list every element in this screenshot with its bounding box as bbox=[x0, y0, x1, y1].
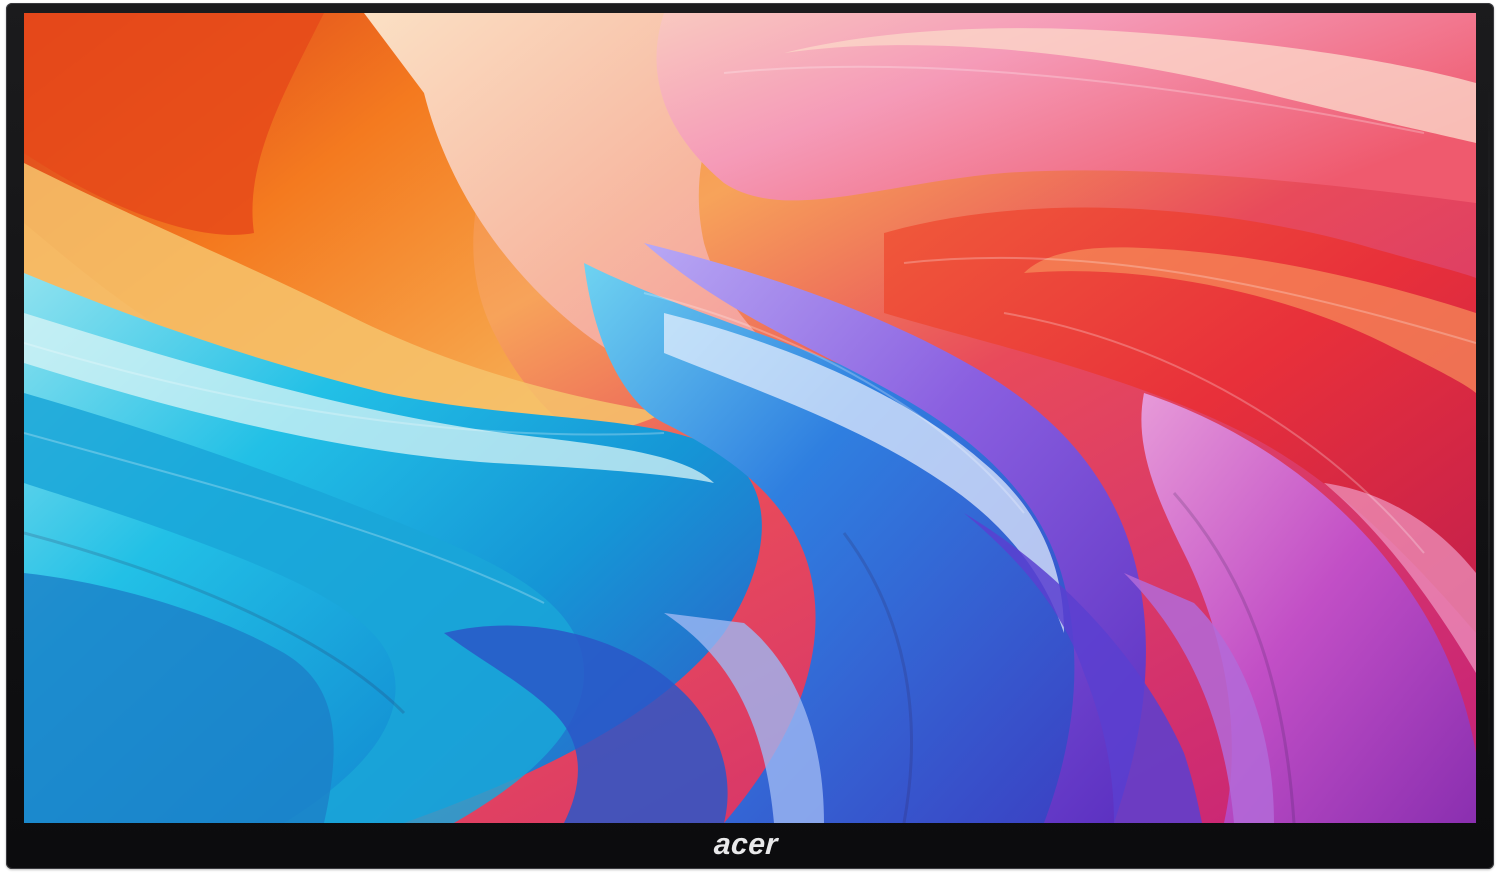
screen-wallpaper bbox=[24, 13, 1476, 823]
bottom-bezel: acer bbox=[6, 823, 1494, 869]
swirl-wallpaper-graphic bbox=[24, 13, 1476, 823]
bezel-edge-highlight bbox=[1488, 83, 1490, 783]
acer-logo: acer bbox=[713, 828, 780, 861]
monitor: acer bbox=[6, 3, 1494, 869]
